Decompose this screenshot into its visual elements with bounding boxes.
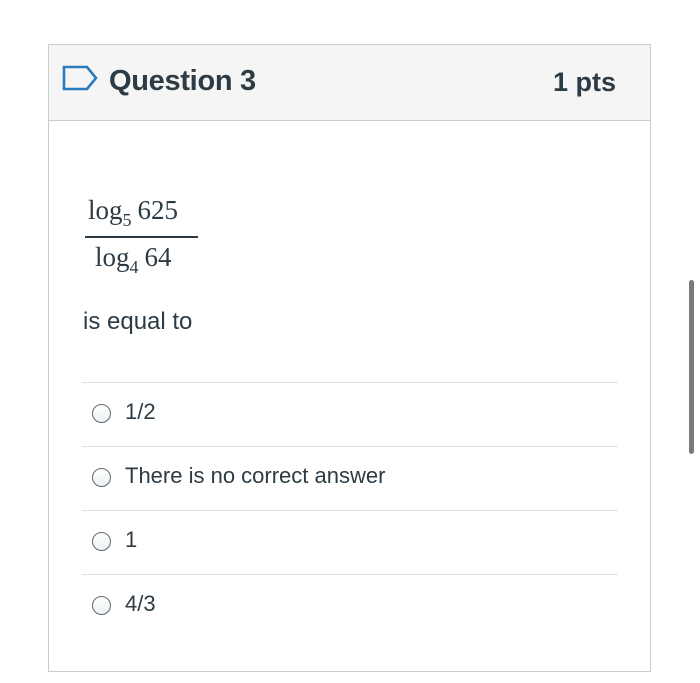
answer-option[interactable]: There is no correct answer bbox=[82, 446, 618, 510]
answer-list: 1/2 There is no correct answer 1 4/3 bbox=[82, 382, 618, 638]
denominator-argument: 64 bbox=[144, 242, 172, 272]
radio-button[interactable] bbox=[92, 532, 111, 551]
numerator-argument: 625 bbox=[137, 195, 179, 225]
question-title: Question 3 bbox=[109, 65, 256, 97]
flag-question-icon[interactable] bbox=[61, 63, 99, 93]
question-prompt: is equal to bbox=[83, 308, 193, 335]
answer-option[interactable]: 1/2 bbox=[82, 382, 618, 446]
question-card: Question 3 1 pts log5 625 log4 64 is equal… bbox=[48, 44, 651, 672]
scrollbar[interactable] bbox=[689, 280, 694, 454]
radio-button[interactable] bbox=[92, 596, 111, 615]
fraction-denominator: log4 64 bbox=[95, 242, 172, 277]
answer-label[interactable]: There is no correct answer bbox=[125, 463, 385, 489]
fraction-numerator: log5 625 bbox=[88, 195, 179, 230]
answer-label[interactable]: 1/2 bbox=[125, 399, 156, 425]
answer-option[interactable]: 4/3 bbox=[82, 574, 618, 638]
radio-button[interactable] bbox=[92, 468, 111, 487]
denominator-log: log bbox=[95, 242, 130, 272]
answer-label[interactable]: 1 bbox=[125, 527, 137, 553]
numerator-log: log bbox=[88, 195, 123, 225]
numerator-base: 5 bbox=[122, 210, 132, 230]
radio-button[interactable] bbox=[92, 404, 111, 423]
denominator-base: 4 bbox=[129, 257, 139, 277]
answer-label[interactable]: 4/3 bbox=[125, 591, 156, 617]
question-header: Question 3 1 pts bbox=[49, 45, 650, 121]
fraction-bar bbox=[85, 236, 198, 238]
answer-option[interactable]: 1 bbox=[82, 510, 618, 574]
question-points: 1 pts bbox=[552, 67, 616, 97]
